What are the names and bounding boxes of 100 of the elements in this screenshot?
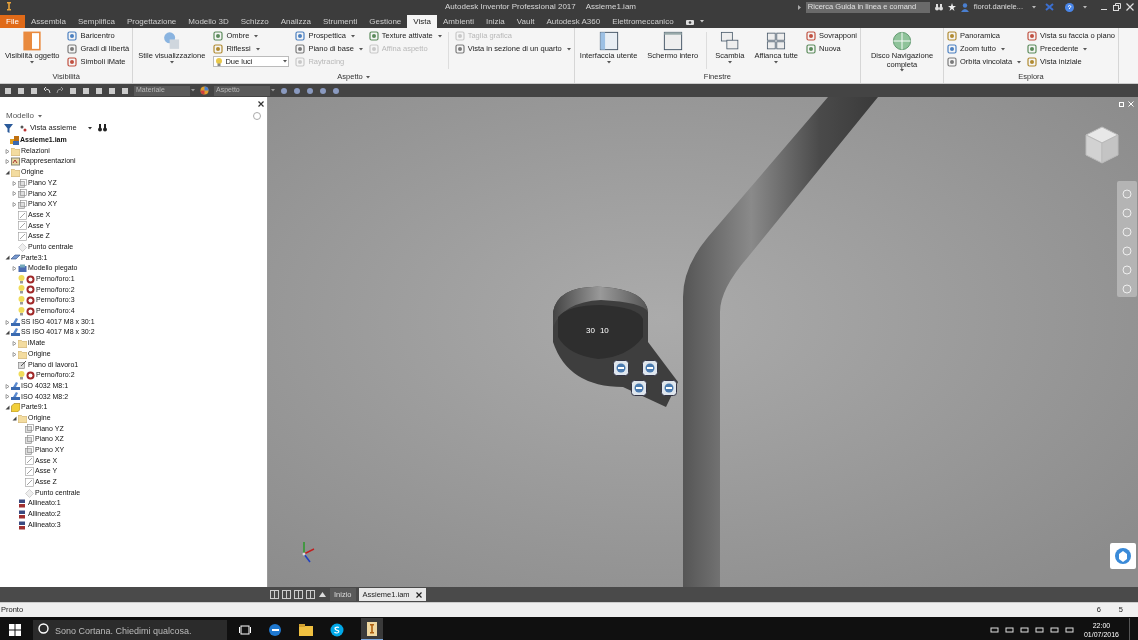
tool-icon [806,31,817,41]
tool-icon [1027,57,1038,67]
axis-icon [18,232,27,242]
triangle-icon[interactable] [318,590,327,599]
ribbon-tab[interactable]: Inizia [480,15,511,28]
ribbon-tab[interactable]: Modello 3D [182,15,235,28]
folder-icon [11,146,20,156]
cube-navigation-button[interactable] [1110,543,1136,569]
axis-icon [25,477,34,487]
point-icon [25,488,34,498]
collapse-arrow-icon[interactable] [5,405,10,411]
window-icon [597,30,620,52]
caret-icon[interactable] [271,89,275,92]
redo-icon[interactable] [56,86,64,95]
collapse-arrow-icon[interactable] [5,169,10,175]
constraint-icon[interactable] [613,360,629,376]
ribbon-tab[interactable]: Gestione [363,15,408,28]
document-name: Assieme1.iam [585,1,636,13]
color-wheel-icon[interactable] [200,86,209,95]
ribbon-tab[interactable]: Vault [510,15,541,28]
ribbon-tab[interactable]: Schizzo [234,15,275,28]
ribbon-tab[interactable]: Elettromeccanico [606,15,680,28]
ribbon-tab[interactable]: Progettazione [120,15,183,28]
file-explorer-icon[interactable] [299,623,313,636]
dimension-label: 30 [586,325,595,337]
close-icon[interactable] [258,101,264,107]
expand-arrow-icon[interactable] [12,340,17,346]
ribbon-tab[interactable]: Ambienti [436,15,481,28]
ribbon-tab[interactable]: Assembla [24,15,72,28]
inventor-taskbar-button[interactable] [361,618,383,640]
expand-arrow-icon[interactable] [5,148,10,154]
expand-arrow-icon[interactable] [5,159,10,165]
ribbon-tab[interactable]: Semplifica [72,15,121,28]
sheet-metal-icon [11,253,20,263]
ribbon-tab[interactable]: Vista [407,15,437,28]
expand-arrow-icon[interactable] [12,191,17,197]
tool-icon [454,31,465,41]
caret-icon [38,114,42,118]
task-view-icon[interactable] [239,624,251,635]
lightbulb-icon [215,57,224,66]
collapse-arrow-icon[interactable] [12,415,17,421]
flat-pattern-icon [18,264,27,274]
expand-arrow-icon[interactable] [12,266,17,272]
expand-arrow-icon[interactable] [5,394,10,400]
axis-icon [18,210,27,220]
panel-title[interactable]: Modello [6,110,34,122]
ribbon-tab[interactable]: Autodesk A360 [540,15,607,28]
help-icon[interactable] [1065,2,1074,12]
constraint-icon [18,509,27,519]
tool-icon [213,44,224,54]
expand-arrow-icon[interactable] [797,4,801,10]
app-logo-icon[interactable] [4,1,14,13]
tool-icon [295,44,306,54]
app-logo-icon [367,621,377,636]
window-title: Autodesk Inventor Professional 2017 [445,1,576,13]
dimension-label: 10 [599,325,609,337]
part-icon [11,403,20,413]
caret-icon [87,126,92,130]
view-cube-icon[interactable] [1084,125,1120,165]
constraint-icon[interactable] [661,380,677,396]
undo-icon[interactable] [43,86,51,95]
axis-icon [25,467,34,477]
search-field[interactable]: Sono Cortana. Chiedimi qualcosa. [33,619,227,640]
tool-icon [947,57,957,67]
collapse-arrow-icon[interactable] [5,255,10,261]
close-icon[interactable] [415,591,422,598]
point-icon [18,242,27,252]
pin-icon [26,306,35,316]
restore-icon[interactable] [1113,3,1121,11]
caret-icon[interactable] [191,89,195,92]
expand-arrow-icon[interactable] [5,383,10,389]
constraint-icon[interactable] [642,360,658,376]
windows-start-icon[interactable] [9,623,21,636]
binoculars-icon[interactable] [97,124,107,132]
binoculars-icon[interactable] [934,3,943,11]
expand-arrow-icon[interactable] [5,319,10,325]
expand-arrow-icon[interactable] [12,201,17,207]
expand-arrow-icon[interactable] [12,180,17,186]
ribbon-tab[interactable]: Strumenti [317,15,364,28]
caret-icon[interactable] [365,75,370,79]
constraint-icon [18,520,27,530]
tool-icon [368,31,379,41]
camera-icon[interactable] [685,18,694,25]
tool-icon [1027,31,1038,41]
skype-icon[interactable] [330,622,344,637]
expand-arrow-icon[interactable] [12,351,17,357]
tool-icon [67,57,78,67]
bolt-icon [11,381,20,391]
axis-icon [25,456,34,466]
assembly-icon [10,135,19,145]
constraint-icon[interactable] [631,380,647,396]
tool-icon [947,44,957,54]
star-icon[interactable] [947,3,956,11]
pin-icon [26,370,35,380]
filter-icon[interactable] [4,123,13,133]
caret-icon [1032,5,1036,9]
ribbon-tab[interactable]: Analizza [274,15,318,28]
tool-icon [454,44,465,54]
collapse-arrow-icon[interactable] [5,330,10,336]
constraint-icon [18,499,27,509]
